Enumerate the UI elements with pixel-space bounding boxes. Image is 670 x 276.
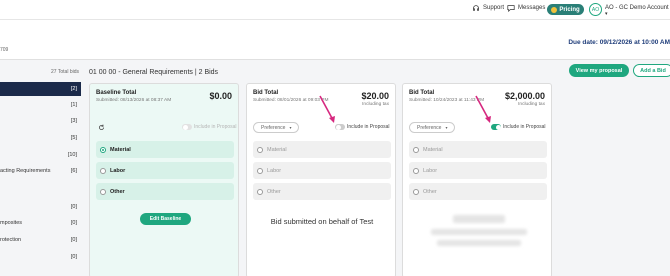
- messages-label: Messages: [518, 5, 546, 11]
- sidebar-item[interactable]: rotection [0]: [0, 233, 81, 247]
- sidebar-count: [0]: [70, 237, 77, 243]
- view-proposal-button[interactable]: View my proposal: [569, 64, 629, 77]
- top-nav: Support Messages Pricing AO AO - GC Demo…: [0, 0, 670, 20]
- account-menu[interactable]: AO - GC Demo Account ▾: [605, 5, 670, 17]
- sidebar-count: [3]: [70, 118, 77, 124]
- card-title: Baseline Total: [96, 90, 137, 96]
- coin-icon: [551, 6, 558, 13]
- sidebar-count: [0]: [70, 220, 77, 226]
- radio[interactable]: [413, 167, 419, 174]
- include-label: Include in Proposal: [347, 124, 390, 130]
- sidebar-count: [1]: [70, 102, 77, 108]
- blurred-text: [453, 215, 505, 223]
- submitted-date: Submitted: 08/13/2026 at 08:37 AM: [96, 98, 172, 103]
- sidebar-item[interactable]: mposites [0]: [0, 216, 81, 230]
- support-label: Support: [483, 5, 505, 11]
- sidebar-item[interactable]: [3]: [0, 114, 81, 128]
- radio[interactable]: [413, 146, 419, 153]
- sidebar-item[interactable]: [5]: [0, 131, 81, 145]
- preference-select[interactable]: Preference ▾: [409, 122, 455, 133]
- sidebar-item[interactable]: [1]: [0, 98, 81, 112]
- radio[interactable]: [413, 188, 419, 195]
- chevron-down-icon: ▾: [289, 125, 292, 130]
- sidebar-label: mposites: [0, 220, 23, 226]
- include-toggle[interactable]: Include in Proposal: [335, 124, 390, 130]
- sidebar-item[interactable]: [2]: [0, 82, 81, 96]
- sidebar-label: acting Requirements: [0, 168, 51, 174]
- sidebar-count: [2]: [70, 86, 77, 92]
- sidebar-item[interactable]: [0]: [0, 200, 81, 214]
- radio[interactable]: [257, 146, 263, 153]
- blurred-text: [437, 240, 521, 246]
- sidebar-count: [6]: [70, 168, 77, 174]
- project-number: 709: [0, 47, 9, 53]
- tax-note: Including tax: [362, 102, 389, 107]
- chevron-down-icon: ▾: [605, 11, 608, 17]
- sidebar-count: [0]: [70, 254, 77, 260]
- radio[interactable]: [257, 167, 263, 174]
- radio[interactable]: [100, 167, 106, 174]
- tax-note: Including tax: [518, 102, 545, 107]
- behalf-note: Bid submitted on behalf of Test: [270, 217, 374, 226]
- blurred-text: [431, 229, 527, 235]
- sidebar-count: [0]: [70, 204, 77, 210]
- include-label: Include in Proposal: [194, 124, 237, 130]
- option-material[interactable]: Material: [253, 141, 391, 158]
- include-label: Include in Proposal: [503, 124, 546, 130]
- preference-select[interactable]: Preference ▾: [253, 122, 299, 133]
- include-toggle[interactable]: Include in Proposal: [182, 124, 237, 130]
- due-date: Due date: 09/12/2026 at 10:00 AM: [568, 39, 670, 46]
- sidebar-item[interactable]: [10]: [0, 148, 81, 162]
- add-bid-button[interactable]: Add a Bid: [633, 64, 670, 77]
- arrow-annotation: [319, 95, 335, 123]
- include-toggle[interactable]: Include in Proposal: [491, 124, 546, 130]
- pricing-label: Pricing: [559, 6, 580, 13]
- sidebar-count: [10]: [67, 152, 77, 158]
- refresh-icon[interactable]: [98, 124, 105, 131]
- card-title: Bid Total: [409, 90, 435, 96]
- option-material[interactable]: Material: [409, 141, 547, 158]
- option-labor[interactable]: Labor: [409, 162, 547, 179]
- section-title: 01 00 00 - General Requirements | 2 Bids: [89, 69, 219, 76]
- radio[interactable]: [100, 146, 106, 153]
- radio[interactable]: [257, 188, 263, 195]
- sidebar: 27 Total bids [2] [1] [3] [5] [10] actin…: [0, 60, 81, 276]
- chevron-down-icon: ▾: [445, 125, 448, 130]
- sidebar-count: [5]: [70, 135, 77, 141]
- sidebar-item[interactable]: acting Requirements [6]: [0, 164, 81, 178]
- edit-baseline-button[interactable]: Edit Baseline: [140, 213, 191, 225]
- card-amount: $2,000.00: [504, 91, 545, 101]
- toggle-switch[interactable]: [182, 124, 192, 130]
- option-other[interactable]: Other: [409, 183, 547, 200]
- card-amount: $20.00: [361, 91, 389, 101]
- sidebar-label: rotection: [0, 237, 22, 243]
- headset-icon: [473, 5, 479, 11]
- option-other[interactable]: Other: [96, 183, 234, 200]
- option-labor[interactable]: Labor: [253, 162, 391, 179]
- baseline-card: Baseline Total Submitted: 08/13/2026 at …: [89, 83, 239, 276]
- option-other[interactable]: Other: [253, 183, 391, 200]
- avatar[interactable]: AO: [589, 3, 602, 16]
- arrow-annotation: [475, 95, 491, 123]
- message-icon: [507, 5, 515, 12]
- radio[interactable]: [100, 188, 106, 195]
- sidebar-item[interactable]: [0]: [0, 250, 81, 264]
- card-title: Bid Total: [253, 90, 279, 96]
- pricing-button[interactable]: Pricing: [547, 4, 584, 15]
- messages-link[interactable]: Messages: [507, 4, 545, 12]
- total-bids: 27 Total bids: [51, 69, 79, 75]
- support-link[interactable]: Support: [472, 4, 504, 12]
- account-label: AO - GC Demo Account: [605, 5, 669, 11]
- option-material[interactable]: Material: [96, 141, 234, 158]
- option-labor[interactable]: Labor: [96, 162, 234, 179]
- card-amount: $0.00: [209, 91, 232, 101]
